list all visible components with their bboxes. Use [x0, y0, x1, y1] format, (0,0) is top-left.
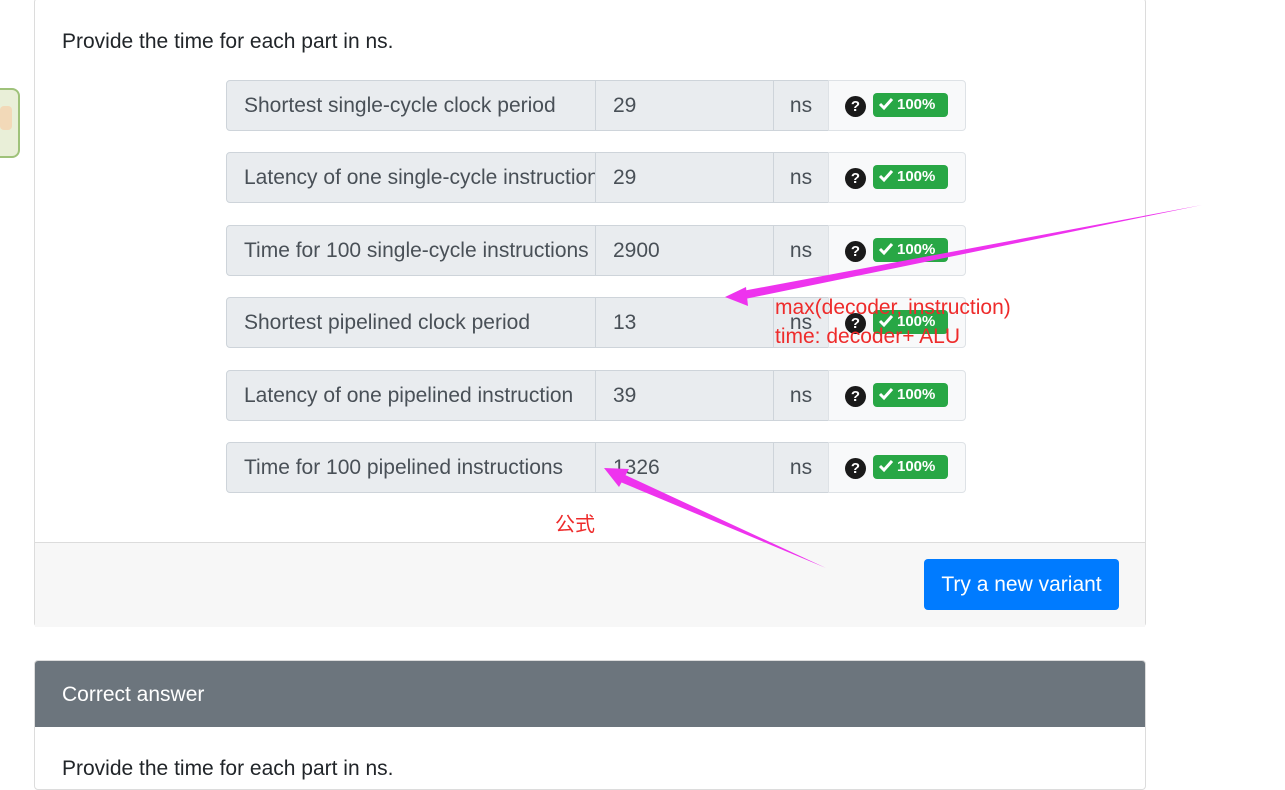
- annotation-arrows: [604, 205, 1202, 568]
- annotation-arrow-2: [604, 468, 826, 568]
- annotation-arrow-1: [725, 205, 1202, 306]
